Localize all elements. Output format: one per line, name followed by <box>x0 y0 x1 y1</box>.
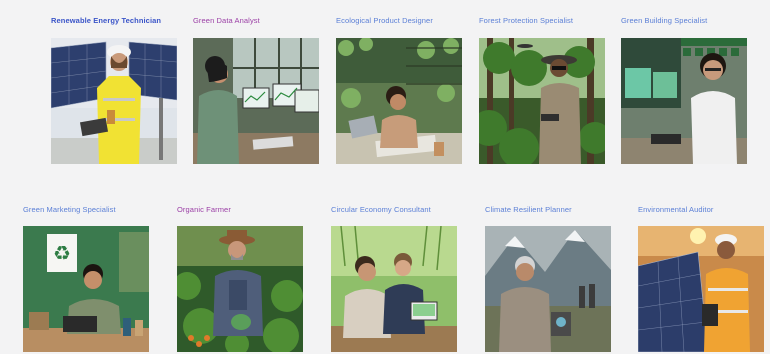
career-link-label[interactable]: Forest Protection Specialist <box>479 16 573 26</box>
forest-specialist-photo[interactable] <box>479 38 605 164</box>
data-analyst-photo[interactable] <box>193 38 319 164</box>
career-link-label[interactable]: Circular Economy Consultant <box>331 205 431 215</box>
career-link-label[interactable]: Climate Resilient Planner <box>485 205 572 215</box>
environmental-auditor-photo[interactable] <box>638 226 764 352</box>
career-link-label[interactable]: Green Building Specialist <box>621 16 707 26</box>
career-link-label[interactable]: Organic Farmer <box>177 205 231 215</box>
circular-economy-photo[interactable] <box>331 226 457 352</box>
career-link-label[interactable]: Environmental Auditor <box>638 205 713 215</box>
svg-text:♻: ♻ <box>53 241 71 265</box>
career-link-label[interactable]: Green Marketing Specialist <box>23 205 116 215</box>
climate-planner-photo[interactable] <box>485 226 611 352</box>
solar-technician-photo[interactable] <box>51 38 177 164</box>
marketing-specialist-photo[interactable]: ♻ <box>23 226 149 352</box>
career-link-label[interactable]: Renewable Energy Technician <box>51 16 161 26</box>
product-designer-photo[interactable] <box>336 38 462 164</box>
career-link-label[interactable]: Ecological Product Designer <box>336 16 433 26</box>
organic-farmer-photo[interactable] <box>177 226 303 352</box>
career-link-label[interactable]: Green Data Analyst <box>193 16 260 26</box>
building-specialist-photo[interactable] <box>621 38 747 164</box>
